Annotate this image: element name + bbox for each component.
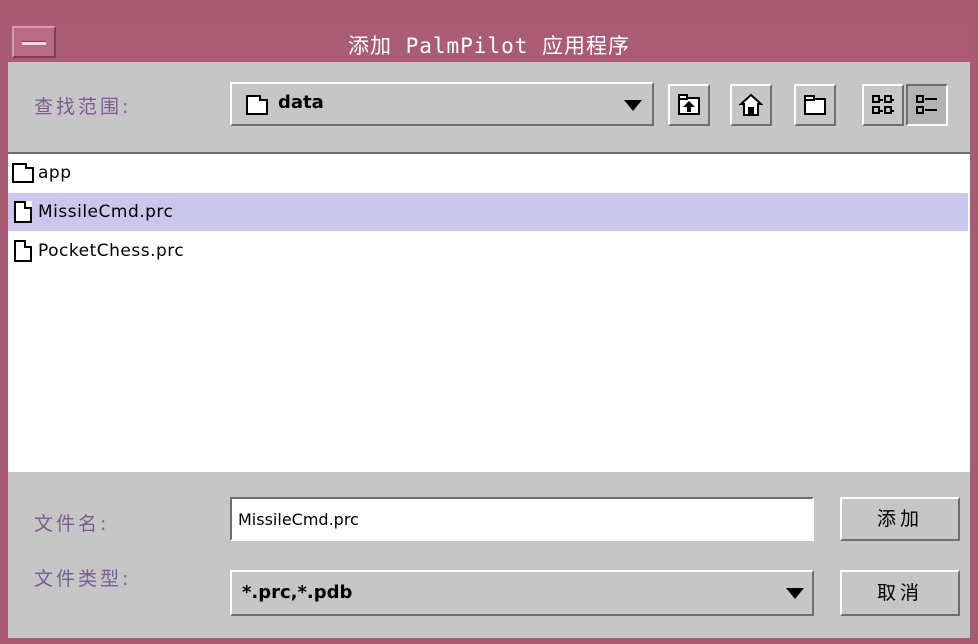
filename-field[interactable] [230, 497, 814, 541]
folder-icon [246, 95, 268, 115]
chevron-down-icon [786, 588, 804, 599]
file-icon [14, 201, 32, 223]
filename-label: 文件名: [34, 513, 110, 535]
up-folder-icon [678, 94, 700, 115]
file-name: PocketChess.prc [38, 241, 185, 261]
filetype-dropdown[interactable]: *.prc,*.pdb [230, 570, 814, 616]
look-in-label: 查找范围: [34, 96, 132, 118]
look-in-value: data [278, 92, 324, 113]
list-view-button[interactable] [862, 84, 904, 126]
file-icon [14, 240, 32, 262]
list-item[interactable]: MissileCmd.prc [8, 193, 968, 231]
list-item[interactable]: PocketChess.prc [8, 232, 968, 270]
file-list[interactable]: app MissileCmd.prc PocketChess.prc [8, 152, 970, 474]
list-item[interactable]: app [8, 154, 968, 192]
home-button[interactable] [730, 84, 772, 126]
add-button[interactable]: 添加 [840, 497, 960, 541]
list-view-icon [872, 95, 894, 114]
window-title: 添加 PalmPilot 应用程序 [347, 34, 631, 58]
filetype-label: 文件类型: [34, 568, 132, 590]
dialog-body: 查找范围: data app MissileCmd.prc PocketChes… [8, 62, 970, 638]
details-view-button[interactable] [906, 84, 948, 126]
new-folder-button[interactable] [794, 84, 836, 126]
up-folder-button[interactable] [668, 84, 710, 126]
cancel-button[interactable]: 取消 [840, 570, 960, 616]
file-name: app [38, 163, 72, 183]
chevron-down-icon [624, 100, 642, 111]
file-dialog-window: 添加 PalmPilot 应用程序 查找范围: data app Missile… [0, 0, 978, 644]
look-in-dropdown[interactable]: data [230, 82, 654, 126]
home-icon [739, 93, 763, 116]
new-folder-icon [804, 95, 826, 115]
filetype-value: *.prc,*.pdb [242, 582, 353, 603]
file-name: MissileCmd.prc [38, 202, 174, 222]
title-bar[interactable]: 添加 PalmPilot 应用程序 [8, 22, 970, 62]
folder-icon [12, 163, 34, 183]
details-view-icon [916, 95, 937, 114]
